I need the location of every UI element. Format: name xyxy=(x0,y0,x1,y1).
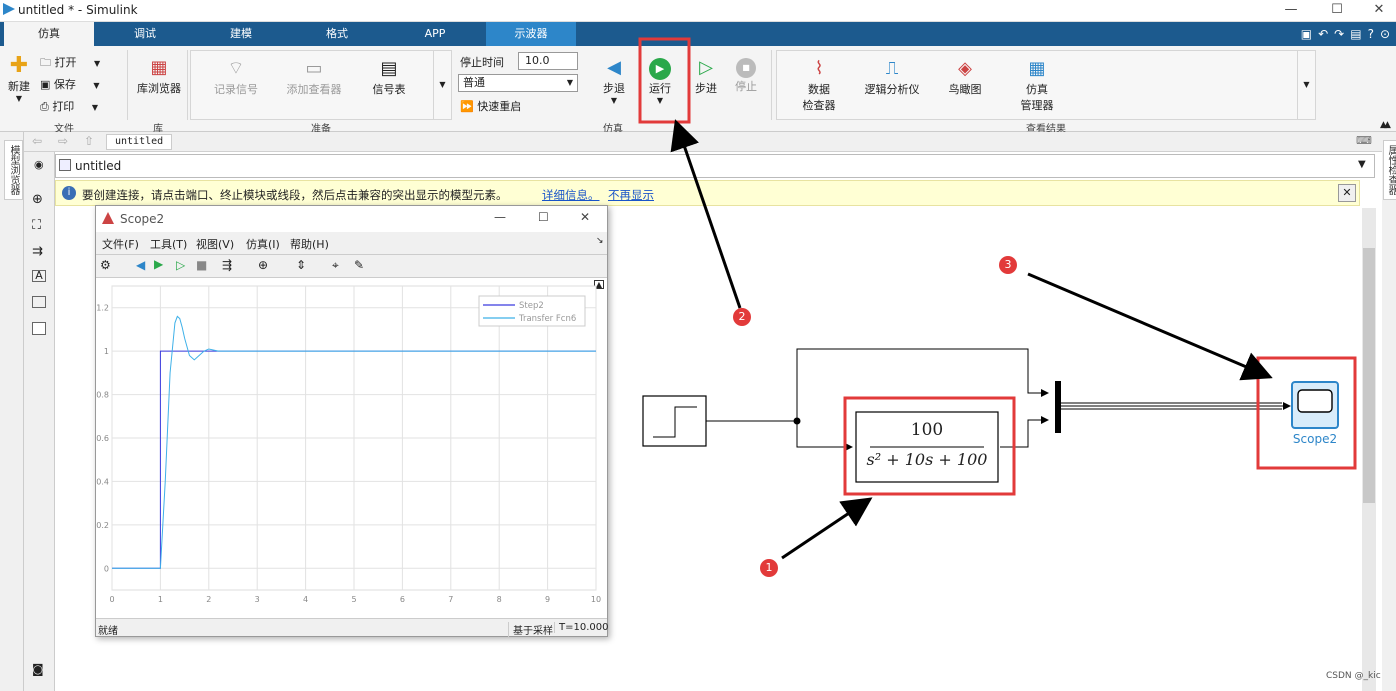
watermark: CSDN @_kic xyxy=(1326,671,1381,681)
step-back-icon[interactable]: ◀ xyxy=(136,258,145,272)
settings-icon[interactable]: ⚙ xyxy=(100,258,111,272)
x-tick-label: 7 xyxy=(448,595,453,604)
step-block[interactable] xyxy=(642,395,707,447)
x-tick-label: 1 xyxy=(158,595,163,604)
scope-block[interactable] xyxy=(1291,381,1339,429)
y-tick-label: 0.2 xyxy=(96,521,109,530)
step-forward-icon[interactable]: ▷ xyxy=(176,258,185,272)
scope-menu-tools[interactable]: 工具(T) xyxy=(150,236,187,252)
mux-block[interactable] xyxy=(1055,381,1061,433)
matlab-logo-icon xyxy=(102,212,114,224)
y-tick-label: 1.2 xyxy=(96,304,109,313)
x-tick-label: 6 xyxy=(400,595,405,604)
arrow-1 xyxy=(781,497,873,560)
scope-toolbar: ⚙ ◀ ▶ ▷ ■ ⇶ ⊕ ⇕ ⌖ ✎ xyxy=(96,254,607,278)
scope-menubar: 文件(F) 工具(T) 视图(V) 仿真(I) 帮助(H) ↘ xyxy=(96,234,607,254)
scope-statusbar: 就绪 基于采样 T=10.000 xyxy=(96,618,608,637)
scope-menu-simulation[interactable]: 仿真(I) xyxy=(246,236,280,252)
legend-label: Transfer Fcn6 xyxy=(518,314,576,324)
status-ready: 就绪 xyxy=(98,626,118,637)
run-icon[interactable]: ▶ xyxy=(154,257,163,271)
y-tick-label: 0.4 xyxy=(96,477,109,486)
legend-label: Step2 xyxy=(519,301,544,311)
scope-title: Scope2 xyxy=(120,212,165,226)
highlight-icon[interactable]: ⇶ xyxy=(222,258,232,272)
scope-menu-file[interactable]: 文件(F) xyxy=(102,236,139,252)
status-time: T=10.000 xyxy=(554,622,608,633)
undock-icon[interactable]: ↘ xyxy=(596,236,604,246)
scope-titlebar: Scope2 — ☐ ✕ xyxy=(96,206,607,232)
tf-denominator: s² + 10s + 100 xyxy=(866,450,988,469)
y-tick-label: 0.6 xyxy=(96,434,109,443)
scope-window: Scope2 — ☐ ✕ 文件(F) 工具(T) 视图(V) 仿真(I) 帮助(… xyxy=(95,205,608,637)
scope-maximize-button[interactable]: ☐ xyxy=(538,210,549,224)
autoscale-icon[interactable]: ⇕ xyxy=(296,258,306,272)
cursor-icon[interactable]: ⌖ xyxy=(332,258,339,273)
scope-minimize-button[interactable]: — xyxy=(494,210,506,224)
scope-close-button[interactable]: ✕ xyxy=(580,210,590,224)
scope-chart: 0 1 2 3 4 5 6 7 8 9 10 0 0.2 0.4 0.6 0.8 1 1.2 Step2 Transf… xyxy=(96,285,601,604)
y-tick-label: 0 xyxy=(104,564,109,573)
x-tick-label: 0 xyxy=(109,595,114,604)
tf-numerator: 100 xyxy=(910,420,944,440)
badge-2: 2 xyxy=(733,308,751,326)
status-sampling: 基于采样 xyxy=(508,622,553,637)
run-highlight-box xyxy=(638,37,691,124)
zoom-icon[interactable]: ⊕ xyxy=(258,258,268,272)
x-tick-label: 3 xyxy=(255,595,260,604)
y-tick-label: 0.8 xyxy=(96,391,109,400)
arrow-3 xyxy=(1027,272,1273,381)
stop-icon[interactable]: ■ xyxy=(196,258,207,272)
scope-menu-help[interactable]: 帮助(H) xyxy=(290,236,329,252)
x-tick-label: 10 xyxy=(591,595,601,604)
arrow-2 xyxy=(670,119,742,309)
badge-1: 1 xyxy=(760,559,778,577)
y-tick-label: 1 xyxy=(104,347,109,356)
x-tick-label: 2 xyxy=(206,595,211,604)
scope-menu-view[interactable]: 视图(V) xyxy=(196,236,234,252)
x-tick-label: 4 xyxy=(303,595,308,604)
style-icon[interactable]: ✎ xyxy=(354,258,364,272)
x-tick-label: 9 xyxy=(545,595,550,604)
x-tick-label: 8 xyxy=(497,595,502,604)
badge-3: 3 xyxy=(999,256,1017,274)
x-tick-label: 5 xyxy=(351,595,356,604)
scope-plot-area[interactable]: ▲ 0 1 2 3 4 5 6 7 8 9 10 0 0.2 0.4 0.6 0.8 1 1.2 Step2 Tran… xyxy=(96,278,607,618)
scope-block-label: Scope2 xyxy=(1292,432,1338,446)
